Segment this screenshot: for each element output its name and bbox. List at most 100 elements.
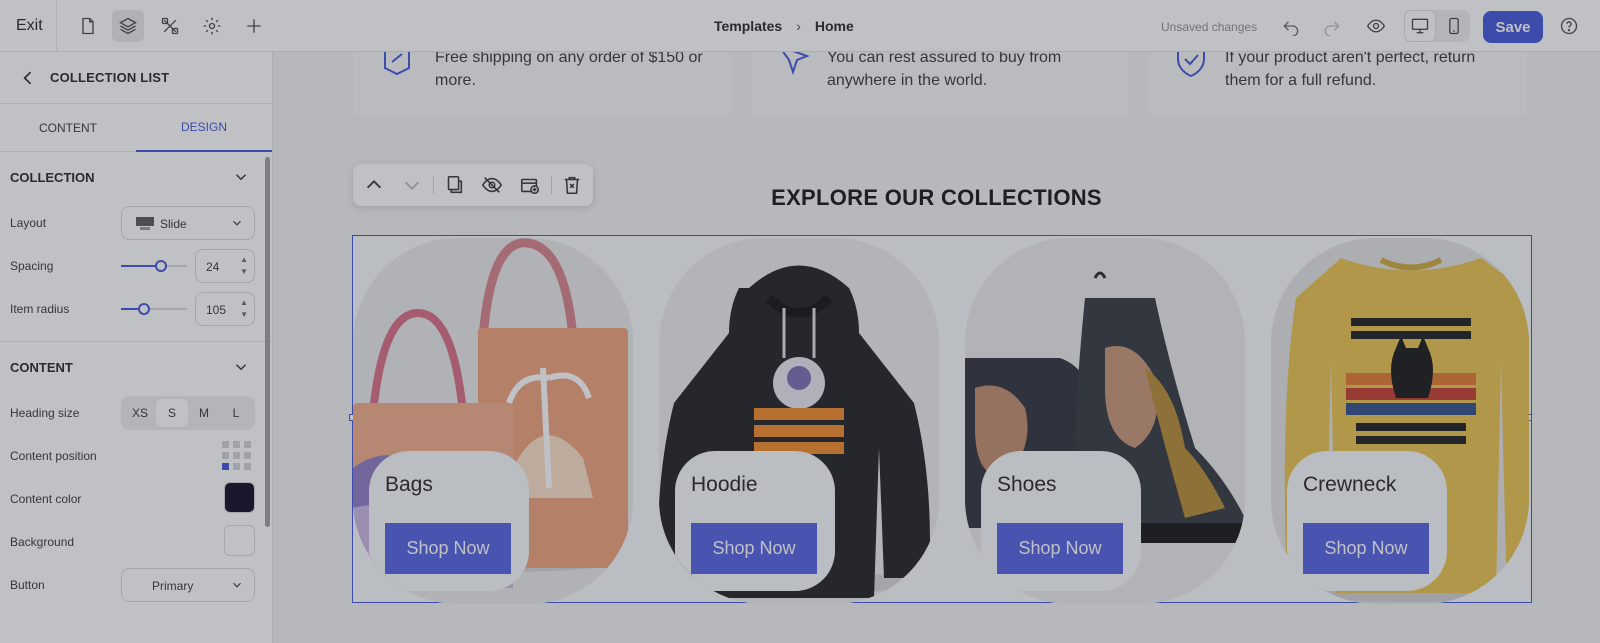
feature-card: If your product aren't perfect, return t…	[1149, 52, 1527, 114]
move-up-button[interactable]	[363, 174, 385, 196]
breadcrumb-home[interactable]: Home	[815, 18, 854, 34]
stepper-arrows-icon[interactable]: ▲ ▼	[240, 254, 248, 278]
position-top-left[interactable]	[222, 441, 229, 448]
content-color-swatch[interactable]	[224, 482, 255, 513]
section-title: COLLECTION	[10, 170, 95, 185]
layout-value: Slide	[160, 217, 187, 231]
content-section-header[interactable]: CONTENT	[0, 342, 272, 392]
move-down-button[interactable]	[401, 174, 423, 196]
collection-card[interactable]: Bags Shop Now	[353, 238, 633, 604]
undo-button[interactable]	[1275, 10, 1307, 42]
desktop-icon	[1411, 18, 1429, 34]
item-radius-value: 105	[206, 303, 227, 317]
feature-line: them for a full refund.	[1225, 72, 1377, 89]
position-middle-center[interactable]	[233, 452, 240, 459]
chevron-up-icon	[366, 180, 382, 189]
editor-canvas: Free shipping on any order of $150 or mo…	[273, 52, 1600, 643]
collection-section-header[interactable]: COLLECTION	[0, 152, 272, 202]
position-middle-right[interactable]	[244, 452, 251, 459]
sidebar-scrollbar[interactable]	[265, 157, 270, 527]
heading-size-l[interactable]: L	[220, 399, 252, 427]
mobile-icon	[1449, 17, 1459, 35]
collection-card[interactable]: Shoes Shop Now	[965, 238, 1245, 604]
layout-select[interactable]: Slide	[121, 206, 255, 240]
heading-size-xs[interactable]: XS	[124, 399, 156, 427]
item-radius-slider-knob[interactable]	[138, 303, 151, 315]
position-bottom-right[interactable]	[244, 463, 251, 470]
tab-design[interactable]: DESIGN	[136, 104, 272, 152]
shop-now-button[interactable]: Shop Now	[997, 523, 1123, 574]
shop-now-button[interactable]: Shop Now	[1303, 523, 1429, 574]
exit-button[interactable]: Exit	[16, 17, 43, 35]
shop-now-button[interactable]: Shop Now	[691, 523, 817, 574]
save-as-template-button[interactable]	[519, 174, 541, 196]
desktop-view-button[interactable]	[1404, 10, 1436, 42]
spacing-slider[interactable]	[121, 260, 187, 272]
add-button[interactable]	[238, 10, 270, 42]
stepper-arrows-icon[interactable]: ▲ ▼	[240, 297, 248, 321]
collection-list-block[interactable]: Bags Shop Now Hoodie Shop Now Shoes Shop…	[349, 235, 1532, 604]
tab-content[interactable]: CONTENT	[0, 104, 136, 152]
breadcrumb-templates[interactable]: Templates	[714, 18, 782, 34]
spacing-slider-knob[interactable]	[154, 260, 167, 272]
chevron-down-icon	[235, 174, 247, 181]
duplicate-icon	[447, 175, 463, 194]
item-radius-slider[interactable]	[121, 303, 187, 315]
spacing-input[interactable]: 24 ▲ ▼	[195, 249, 255, 283]
redo-button[interactable]	[1316, 10, 1348, 42]
tools-icon	[161, 17, 179, 35]
collection-card-content: Crewneck Shop Now	[1287, 451, 1447, 591]
spacing-label: Spacing	[10, 259, 54, 273]
hide-button[interactable]	[481, 174, 503, 196]
spacing-row: Spacing 24 ▲ ▼	[0, 245, 272, 288]
position-top-right[interactable]	[244, 441, 251, 448]
help-button[interactable]	[1553, 10, 1585, 42]
item-radius-row: Item radius 105 ▲ ▼	[0, 288, 272, 331]
shop-now-button[interactable]: Shop Now	[385, 523, 511, 574]
button-style-row: Button Primary	[0, 564, 272, 607]
undo-icon	[1283, 21, 1299, 36]
mobile-view-button[interactable]	[1438, 10, 1470, 42]
top-bar: Exit Templates › Home Unsaved changes Sa…	[0, 0, 1600, 52]
sidebar-tabs: CONTENT DESIGN	[0, 104, 272, 152]
pages-button[interactable]	[72, 10, 104, 42]
background-label: Background	[10, 535, 75, 549]
collection-card[interactable]: Crewneck Shop Now	[1271, 238, 1529, 604]
button-style-select[interactable]: Primary	[121, 568, 255, 602]
trash-icon	[564, 176, 580, 195]
feature-text: Free shipping on any order of $150 or mo…	[435, 52, 703, 92]
eye-off-icon	[481, 177, 503, 193]
spacing-value: 24	[206, 260, 220, 274]
back-icon[interactable]	[18, 68, 38, 88]
sidebar-title: COLLECTION LIST	[50, 70, 170, 85]
layout-row: Layout Slide	[0, 202, 272, 245]
position-bottom-left[interactable]	[222, 463, 229, 470]
eye-icon	[1366, 19, 1386, 33]
feature-card: Free shipping on any order of $150 or mo…	[353, 52, 731, 114]
shipping-icon	[384, 52, 410, 76]
heading-size-s[interactable]: S	[156, 399, 188, 427]
heading-size-m[interactable]: M	[188, 399, 220, 427]
feature-line: Free shipping on any order of $150 or	[435, 52, 703, 66]
delete-button[interactable]	[561, 174, 583, 196]
shield-check-icon	[1177, 52, 1205, 78]
layers-button[interactable]	[112, 10, 144, 42]
background-color-swatch[interactable]	[224, 525, 255, 556]
divider	[56, 0, 57, 52]
insert-blocks-button[interactable]	[154, 10, 186, 42]
settings-button[interactable]	[196, 10, 228, 42]
save-button[interactable]: Save	[1483, 11, 1543, 43]
block-toolbar	[353, 164, 593, 206]
toolbar-divider	[433, 176, 434, 194]
collection-card[interactable]: Hoodie Shop Now	[659, 238, 939, 604]
position-middle-left[interactable]	[222, 452, 229, 459]
preview-button[interactable]	[1360, 10, 1392, 42]
feature-text: If your product aren't perfect, return t…	[1225, 52, 1475, 92]
position-bottom-center[interactable]	[233, 463, 240, 470]
item-radius-input[interactable]: 105 ▲ ▼	[195, 292, 255, 326]
chevron-down-icon	[233, 582, 241, 588]
feature-line: If your product aren't perfect, return	[1225, 52, 1476, 66]
position-top-center[interactable]	[233, 441, 240, 448]
duplicate-button[interactable]	[443, 174, 465, 196]
sidebar-header: COLLECTION LIST	[0, 52, 272, 104]
